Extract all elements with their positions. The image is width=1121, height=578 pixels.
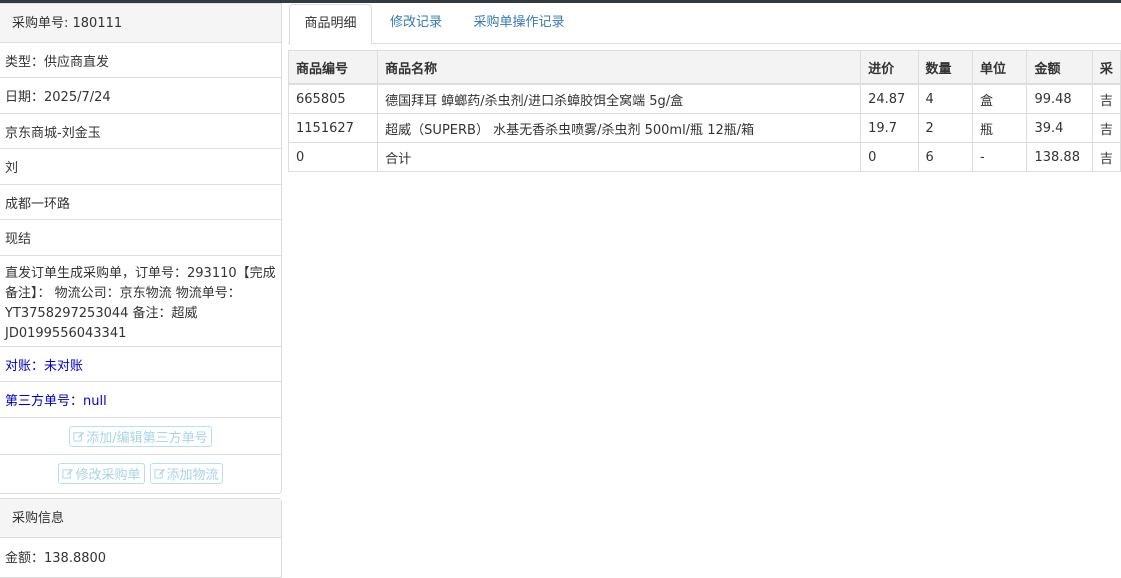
cell-amount: 99.48: [1026, 83, 1093, 114]
edit-icon: [153, 468, 165, 479]
edit-icon: [73, 431, 85, 442]
table-row: 1151627 超威（SUPERB） 水基无香杀虫喷雾/杀虫剂 500ml/瓶 …: [287, 113, 1121, 143]
cell-name: 德国拜耳 蟑螂药/杀虫剂/进口杀蟑胶饵全窝端 5g/盒: [377, 83, 862, 114]
table-row: 665805 德国拜耳 蟑螂药/杀虫剂/进口杀蟑胶饵全窝端 5g/盒 24.87…: [287, 83, 1121, 114]
col-header-amount: 金额: [1026, 50, 1093, 85]
col-header-price: 进价: [860, 50, 919, 85]
cell-unit: -: [971, 142, 1028, 172]
edit-order-label: 修改采购单: [75, 468, 141, 483]
tab-operation-log[interactable]: 采购单操作记录: [464, 4, 574, 44]
cell-price: 19.7: [860, 113, 919, 143]
order-type: 类型：供应商直发: [0, 43, 281, 78]
cell-code: 1151627: [287, 113, 379, 143]
add-logistics-label: 添加物流: [166, 468, 219, 483]
order-payment: 现结: [0, 220, 281, 256]
edit-order-button[interactable]: 修改采购单: [58, 463, 145, 484]
cell-extra: 吉: [1091, 142, 1121, 172]
cell-qty: 2: [917, 113, 974, 143]
table-header-row: 商品编号 商品名称 进价 数量 单位 金额 采: [287, 50, 1121, 85]
product-table: 商品编号 商品名称 进价 数量 单位 金额 采 665805 德国拜耳 蟑螂药/…: [287, 50, 1121, 172]
col-header-code: 商品编号: [287, 50, 379, 85]
third-party-number: 第三方单号：null: [0, 382, 281, 418]
cell-qty: 6: [917, 142, 974, 172]
col-header-qty: 数量: [917, 50, 974, 85]
tab-product-detail[interactable]: 商品明细: [289, 4, 372, 45]
purchase-info-panel: 采购信息 金额：138.8800: [0, 498, 282, 578]
cell-code: 0: [287, 142, 379, 172]
cell-extra: 吉: [1091, 83, 1121, 114]
order-panel: 采购单号: 180111 类型：供应商直发 日期：2025/7/24 京东商城-…: [0, 3, 282, 494]
cell-qty: 4: [917, 83, 974, 114]
cell-unit: 瓶: [971, 113, 1028, 143]
order-remark: 直发订单生成采购单，订单号：293110【完成备注】： 物流公司：京东物流 物流…: [0, 256, 281, 347]
order-date: 日期：2025/7/24: [0, 78, 281, 114]
order-action-row: 修改采购单 添加物流: [0, 455, 281, 492]
cell-price: 24.87: [860, 83, 919, 114]
reconcile-status: 对账：未对账: [0, 347, 281, 382]
tab-bar: 商品明细 修改记录 采购单操作记录: [288, 3, 1121, 45]
purchase-info-title: 采购信息: [0, 499, 281, 538]
tab-modify-log[interactable]: 修改记录: [376, 4, 456, 44]
cell-code: 665805: [287, 83, 379, 114]
cell-amount: 138.88: [1026, 142, 1093, 172]
edit-third-party-button[interactable]: 添加/编辑第三方单号: [69, 425, 212, 447]
order-address: 成都一环路: [0, 185, 281, 220]
cell-name: 超威（SUPERB） 水基无香杀虫喷雾/杀虫剂 500ml/瓶 12瓶/箱: [377, 113, 862, 143]
col-header-name: 商品名称: [377, 50, 862, 85]
cell-unit: 盒: [971, 83, 1028, 114]
cell-name: 合计: [377, 142, 862, 172]
third-party-action-row: 添加/编辑第三方单号: [0, 418, 281, 455]
edit-icon: [62, 468, 74, 479]
order-store: 京东商城-刘金玉: [0, 114, 281, 149]
cell-price: 0: [860, 142, 919, 172]
order-person: 刘: [0, 149, 281, 185]
order-number: 采购单号: 180111: [0, 4, 281, 43]
col-header-unit: 单位: [971, 50, 1028, 85]
cell-amount: 39.4: [1026, 113, 1093, 143]
edit-third-party-label: 添加/编辑第三方单号: [86, 430, 208, 446]
table-total-row: 0 合计 0 6 - 138.88 吉: [287, 142, 1121, 172]
add-logistics-button[interactable]: 添加物流: [149, 463, 223, 484]
col-header-extra: 采: [1091, 50, 1121, 85]
cell-extra: 吉: [1091, 113, 1121, 143]
